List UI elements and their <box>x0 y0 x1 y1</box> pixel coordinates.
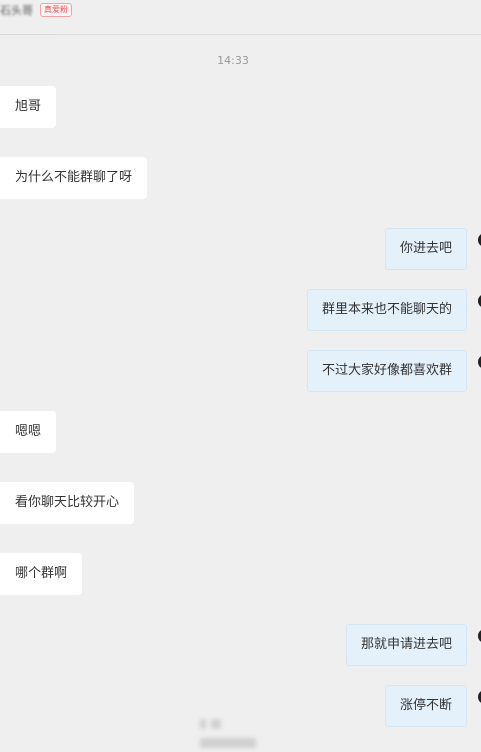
message-bubble-incoming[interactable]: 旭哥 <box>0 86 57 128</box>
message-bubble-outgoing[interactable]: 涨停不断 <box>384 685 467 727</box>
message-bubble-incoming[interactable]: 看你聊天比较开心 <box>0 482 135 524</box>
blurred-watermark <box>200 714 282 748</box>
message-bubble-outgoing[interactable]: 不过大家好像都喜欢群 <box>306 350 467 392</box>
header-divider <box>0 32 56 35</box>
message-bubble-incoming[interactable]: 为什么不能群聊了呀 <box>0 157 148 199</box>
fan-badge: 真爱粉 <box>40 3 72 17</box>
contact-name[interactable]: 石头哥 <box>0 2 33 18</box>
chat-header: 石头哥 真爱粉 <box>0 0 481 35</box>
message-bubble-incoming[interactable]: 哪个群啊 <box>0 553 83 595</box>
message-bubble-incoming[interactable]: 嗯嗯 <box>0 411 57 453</box>
message-timestamp: 14:33 <box>217 54 249 67</box>
message-bubble-outgoing[interactable]: 那就申请进去吧 <box>345 624 467 666</box>
message-bubble-outgoing[interactable]: 群里本来也不能聊天的 <box>306 289 467 331</box>
message-bubble-outgoing[interactable]: 你进去吧 <box>384 228 467 270</box>
